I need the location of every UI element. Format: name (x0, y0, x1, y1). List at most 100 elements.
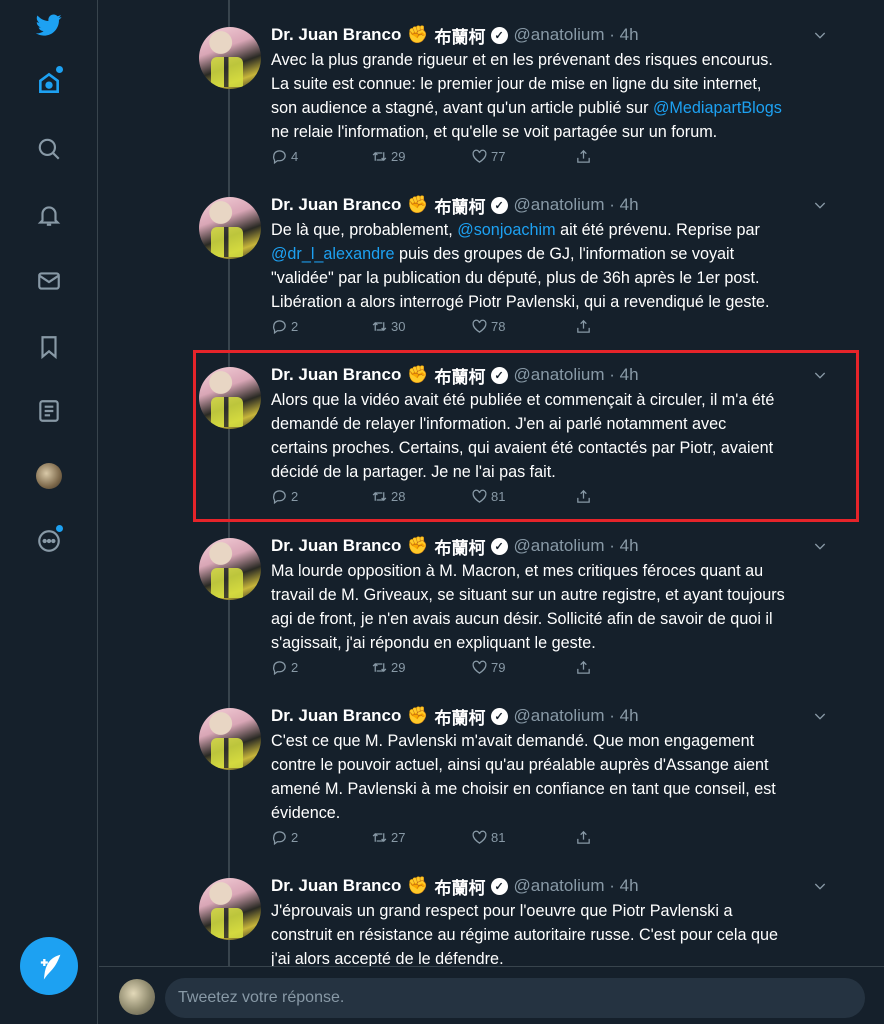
retweet-button[interactable]: 30 (371, 318, 405, 335)
mention-link[interactable]: @dr_l_alexandre (271, 245, 395, 263)
share-button[interactable] (575, 829, 595, 846)
tweet[interactable]: Dr. Juan Branco ✊ 布蘭柯 ✓ @anatolium · 4h … (99, 511, 884, 681)
mention-link[interactable]: @MediapartBlogs (653, 99, 782, 117)
author-name[interactable]: Dr. Juan Branco (271, 365, 401, 385)
chevron-down-icon[interactable] (812, 538, 828, 554)
conversation-timeline: Dr. Juan Branco ✊ 布蘭柯 ✓ @anatolium · 4h … (99, 0, 884, 966)
tweet-text: Avec la plus grande rigueur et en les pr… (271, 48, 841, 144)
reply-icon (273, 320, 286, 335)
like-button[interactable]: 79 (471, 659, 505, 676)
author-avatar[interactable] (199, 708, 261, 770)
like-button[interactable]: 77 (471, 148, 505, 165)
reply-input[interactable] (165, 978, 865, 1018)
author-avatar[interactable] (199, 538, 261, 600)
reply-button[interactable]: 2 (271, 659, 298, 676)
tweet-text: De là que, probablement, @sonjoachim ait… (271, 218, 841, 314)
retweet-button[interactable]: 28 (371, 488, 405, 505)
tweet-header: Dr. Juan Branco ✊ 布蘭柯 ✓ @anatolium · 4h (271, 363, 639, 387)
tweet-header: Dr. Juan Branco ✊ 布蘭柯 ✓ @anatolium · 4h (271, 193, 639, 217)
author-emoji: ✊ (407, 876, 429, 895)
reply-count: 2 (291, 830, 299, 845)
author-avatar[interactable] (199, 878, 261, 940)
lists-icon[interactable] (34, 396, 64, 426)
verified-badge-icon: ✓ (490, 877, 508, 895)
author-handle-time[interactable]: @anatolium · 4h (514, 876, 639, 896)
share-button[interactable] (575, 148, 595, 165)
tweet-text: Alors que la vidéo avait été publiée et … (271, 388, 841, 484)
reply-count: 4 (291, 149, 299, 164)
retweet-count: 30 (391, 319, 406, 334)
author-emoji: ✊ (407, 706, 429, 725)
chevron-down-icon[interactable] (812, 367, 828, 383)
like-button[interactable]: 81 (471, 829, 505, 846)
tweet-actions: 2 27 81 (271, 829, 601, 851)
tweet-actions: 4 29 77 (271, 148, 601, 170)
share-button[interactable] (575, 659, 595, 676)
tweet[interactable]: Dr. Juan Branco ✊ 布蘭柯 ✓ @anatolium · 4h … (99, 681, 884, 851)
twitter-logo-icon[interactable] (34, 10, 64, 40)
author-handle-time[interactable]: @anatolium · 4h (514, 536, 639, 556)
author-name[interactable]: Dr. Juan Branco (271, 876, 401, 896)
reply-count: 2 (291, 319, 299, 334)
verified-badge-icon: ✓ (490, 537, 508, 555)
feather-plus-icon (40, 954, 61, 980)
author-name[interactable]: Dr. Juan Branco (271, 706, 401, 726)
retweet-button[interactable]: 29 (371, 148, 405, 165)
notifications-icon[interactable] (34, 200, 64, 230)
author-handle-time[interactable]: @anatolium · 4h (514, 25, 639, 45)
chevron-down-icon[interactable] (812, 878, 828, 894)
mention-link[interactable]: @sonjoachim (457, 221, 555, 239)
like-button[interactable]: 78 (471, 318, 505, 335)
home-icon[interactable] (34, 66, 64, 98)
chevron-down-icon[interactable] (812, 708, 828, 724)
profile-avatar[interactable] (34, 461, 64, 491)
share-icon (577, 319, 590, 333)
tweet-text-segment: Ma lourde opposition à M. Macron, et mes… (271, 562, 785, 652)
tweet-text-segment: ait été prévenu. Reprise par (560, 221, 760, 239)
messages-icon[interactable] (34, 266, 64, 296)
chevron-down-icon[interactable] (812, 197, 828, 213)
tweet[interactable]: Dr. Juan Branco ✊ 布蘭柯 ✓ @anatolium · 4h … (99, 340, 884, 510)
author-name[interactable]: Dr. Juan Branco (271, 536, 401, 556)
author-handle-time[interactable]: @anatolium · 4h (514, 706, 639, 726)
author-handle-time[interactable]: @anatolium · 4h (514, 365, 639, 385)
author-emoji: ✊ (407, 536, 429, 555)
tweet[interactable]: Dr. Juan Branco ✊ 布蘭柯 ✓ @anatolium · 4h … (99, 851, 884, 966)
author-name-cjk: 布蘭柯 (434, 27, 486, 47)
author-avatar[interactable] (199, 197, 261, 259)
tweet[interactable]: Dr. Juan Branco ✊ 布蘭柯 ✓ @anatolium · 4h … (99, 0, 884, 170)
more-icon[interactable] (34, 525, 64, 556)
like-count: 81 (491, 830, 506, 845)
reply-button[interactable]: 2 (271, 318, 298, 335)
verified-badge-icon: ✓ (490, 707, 508, 725)
reply-button[interactable]: 2 (271, 829, 298, 846)
tweet-text-segment: ne relaie l'information, et qu'elle se v… (271, 123, 718, 141)
tweet[interactable]: Dr. Juan Branco ✊ 布蘭柯 ✓ @anatolium · 4h … (99, 170, 884, 340)
author-name-cjk: 布蘭柯 (434, 878, 486, 898)
chevron-down-icon[interactable] (812, 27, 828, 43)
share-button[interactable] (575, 488, 595, 505)
compose-tweet-button[interactable] (20, 937, 78, 995)
author-name[interactable]: Dr. Juan Branco (271, 195, 401, 215)
author-avatar[interactable] (199, 367, 261, 429)
author-avatar[interactable] (199, 27, 261, 89)
verified-badge-icon: ✓ (490, 26, 508, 44)
tweet-header: Dr. Juan Branco ✊ 布蘭柯 ✓ @anatolium · 4h (271, 534, 639, 558)
author-name-cjk: 布蘭柯 (434, 538, 486, 558)
like-button[interactable]: 81 (471, 488, 505, 505)
retweet-count: 28 (391, 489, 406, 504)
reply-bar (99, 966, 884, 1024)
bookmarks-icon[interactable] (34, 332, 64, 362)
retweet-button[interactable]: 29 (371, 659, 405, 676)
reply-button[interactable]: 4 (271, 148, 298, 165)
like-count: 78 (491, 319, 506, 334)
author-handle-time[interactable]: @anatolium · 4h (514, 195, 639, 215)
retweet-button[interactable]: 27 (371, 829, 405, 846)
share-button[interactable] (575, 318, 595, 335)
reply-button[interactable]: 2 (271, 488, 298, 505)
retweet-icon (372, 152, 387, 161)
author-emoji: ✊ (407, 25, 429, 44)
search-icon[interactable] (34, 134, 64, 164)
more-notification-dot (56, 525, 63, 532)
author-name[interactable]: Dr. Juan Branco (271, 25, 401, 45)
